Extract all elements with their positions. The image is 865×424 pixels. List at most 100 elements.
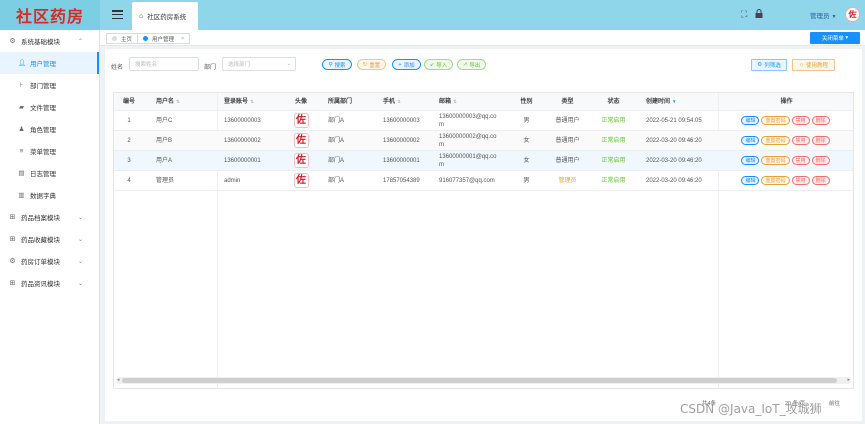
cell-status: 正常启用 bbox=[596, 131, 631, 150]
sort-icon[interactable]: ⇅ bbox=[397, 98, 401, 106]
lock-icon[interactable] bbox=[755, 9, 763, 20]
delete-button[interactable]: 删除 bbox=[811, 136, 830, 145]
disable-button[interactable]: 禁用 bbox=[791, 116, 810, 125]
sidebar-group-system[interactable]: ⚙ 系统基础模块 ⌃ bbox=[0, 30, 99, 52]
sidebar-item-users[interactable]: 👤︎ 用户管理 bbox=[0, 52, 99, 74]
cell-text: 管理员 bbox=[558, 177, 577, 184]
reset-password-button[interactable]: 重置密码 bbox=[761, 176, 790, 185]
import-button[interactable]: ↙ 导入 bbox=[424, 59, 453, 70]
cell-status: 正常启用 bbox=[596, 171, 631, 190]
sidebar-group-pharmacy-orders[interactable]: ⚙ 药房订单模块 ⌄ bbox=[0, 250, 99, 272]
tutorial-button[interactable]: ☼ 使用教程 bbox=[792, 59, 835, 71]
cell-text: 部门A bbox=[328, 137, 345, 144]
avatar[interactable]: 佐 bbox=[845, 7, 860, 22]
avatar[interactable]: 佐 bbox=[293, 173, 309, 188]
table-row[interactable]: 3 用户A 13600000001 佐 部门A 13600000001 1360000000… bbox=[114, 151, 853, 171]
table-row[interactable]: 4 管理员 admin 佐 部门A 17857054389 916077357@qq.com… bbox=[114, 171, 853, 191]
edit-button[interactable]: 编辑 bbox=[741, 176, 760, 185]
column-filter-button[interactable]: ⚙ 列筛选 bbox=[751, 59, 787, 71]
reset-password-button[interactable]: 重置密码 bbox=[761, 116, 790, 125]
col-header-text: 创建时间 bbox=[646, 98, 671, 105]
sidebar-item-logs[interactable]: ▤ 日志管理 bbox=[0, 162, 99, 184]
dept-filter-label: 部门 bbox=[204, 65, 217, 71]
cell-phone: 13600000003 bbox=[383, 111, 438, 130]
avatar[interactable]: 佐 bbox=[293, 153, 309, 168]
cell-account: 13600000002 bbox=[224, 131, 294, 150]
tab-user-management[interactable]: 用户管理 × bbox=[137, 33, 191, 44]
sidebar-item-label: 菜单管理 bbox=[30, 149, 56, 156]
export-button[interactable]: ↗ 导出 bbox=[457, 59, 486, 70]
reset-label: 重置 bbox=[369, 62, 381, 69]
scroll-right-icon[interactable]: ▸ bbox=[847, 377, 850, 383]
col-header-username[interactable]: 用户名 ⇅ bbox=[156, 93, 216, 110]
cell-text: m bbox=[439, 121, 444, 128]
dept-select[interactable]: 选择部门 ⌄ bbox=[222, 57, 296, 71]
name-search-input[interactable]: 搜索姓名 bbox=[129, 57, 199, 71]
menu-icon[interactable] bbox=[112, 10, 123, 19]
avatar[interactable]: 佐 bbox=[293, 133, 309, 148]
sort-icon[interactable]: ⇅ bbox=[250, 98, 254, 106]
cell-phone: 13600000001 bbox=[383, 151, 438, 170]
sort-icon[interactable]: ⇅ bbox=[453, 98, 457, 106]
col-header-gender: 性别 bbox=[514, 93, 539, 110]
edit-button[interactable]: 编辑 bbox=[741, 156, 760, 165]
disable-button[interactable]: 禁用 bbox=[791, 156, 810, 165]
sort-icon[interactable]: ⇅ bbox=[176, 98, 180, 106]
scroll-left-icon[interactable]: ◂ bbox=[117, 377, 120, 383]
cell-dept: 部门A bbox=[328, 111, 378, 130]
sidebar-item-departments[interactable]: ⊦ 部门管理 bbox=[0, 74, 99, 96]
add-button[interactable]: + 添加 bbox=[392, 59, 421, 70]
watermark: CSDN @Java_IoT_攻城狮 bbox=[680, 402, 822, 416]
cell-username: 用户C bbox=[156, 111, 216, 130]
scrollbar-thumb[interactable] bbox=[122, 378, 837, 383]
horizontal-scrollbar[interactable]: ◂ ▸ bbox=[116, 377, 851, 384]
close-icon[interactable]: × bbox=[181, 36, 184, 42]
edit-button[interactable]: 编辑 bbox=[741, 136, 760, 145]
cell-text: 13600000002 bbox=[224, 137, 261, 144]
cell-actions: 编辑 重置密码 禁用 删除 bbox=[720, 171, 853, 190]
sidebar-item-roles[interactable]: ♟ 角色管理 bbox=[0, 118, 99, 140]
header-home-tab[interactable]: ⌂ 社区药房系统 bbox=[132, 2, 198, 30]
col-header-created[interactable]: 创建时间 ▼ bbox=[646, 93, 716, 110]
cell-text: 1 bbox=[127, 117, 131, 124]
chevron-down-icon: ⌄ bbox=[77, 280, 83, 287]
disable-button[interactable]: 禁用 bbox=[791, 136, 810, 145]
reset-button[interactable]: ↻ 重置 bbox=[357, 59, 386, 70]
sidebar-item-files[interactable]: ▰ 文件管理 bbox=[0, 96, 99, 118]
cell-text: 4 bbox=[127, 177, 131, 184]
delete-button[interactable]: 删除 bbox=[811, 116, 830, 125]
col-header-account[interactable]: 登录账号 ⇅ bbox=[224, 93, 294, 110]
sidebar-item-dictionary[interactable]: ▥ 数据字典 bbox=[0, 184, 99, 206]
sidebar-group-drug-archive[interactable]: ⊞ 药品档案模块 ⌄ bbox=[0, 206, 99, 228]
avatar[interactable]: 佐 bbox=[293, 113, 309, 128]
user-menu[interactable]: 管理员 ▼ bbox=[810, 10, 836, 20]
cell-id: 3 bbox=[114, 151, 144, 170]
sidebar-group-drug-news[interactable]: ⊞ 药品资讯模块 ⌄ bbox=[0, 272, 99, 294]
fullscreen-icon[interactable]: ⛶ bbox=[741, 9, 747, 20]
disable-button[interactable]: 禁用 bbox=[791, 176, 810, 185]
cell-text: 男 bbox=[523, 177, 530, 184]
reset-password-button[interactable]: 重置密码 bbox=[761, 136, 790, 145]
delete-button[interactable]: 删除 bbox=[811, 156, 830, 165]
chevron-up-icon: ⌃ bbox=[77, 38, 83, 45]
sidebar-item-menus[interactable]: ≡ 菜单管理 bbox=[0, 140, 99, 162]
col-header-email[interactable]: 邮箱 ⇅ bbox=[439, 93, 509, 110]
log-icon: ▤ bbox=[18, 170, 25, 177]
cell-actions: 编辑 重置密码 禁用 删除 bbox=[720, 151, 853, 170]
cell-gender: 男 bbox=[514, 171, 539, 190]
tab-home[interactable]: 主页 bbox=[106, 33, 139, 44]
gear-icon: ⚙ bbox=[9, 38, 16, 45]
delete-button[interactable]: 删除 bbox=[811, 176, 830, 185]
col-header-phone[interactable]: 手机 ⇅ bbox=[383, 93, 433, 110]
search-button[interactable]: ⚲ 搜索 bbox=[322, 59, 352, 70]
close-menu-button[interactable]: 关闭菜单 ▾ bbox=[810, 32, 860, 44]
reset-password-button[interactable]: 重置密码 bbox=[761, 156, 790, 165]
tab-label: 主页 bbox=[121, 36, 133, 43]
edit-button[interactable]: 编辑 bbox=[741, 116, 760, 125]
sort-desc-icon[interactable]: ▼ bbox=[672, 98, 676, 106]
table-row[interactable]: 1 用户C 13600000003 佐 部门A 13600000003 1360000000… bbox=[114, 111, 853, 131]
pager-goto[interactable]: 前往 bbox=[829, 399, 840, 407]
sidebar-group-drug-favorites[interactable]: ⊞ 药品收藏模块 ⌄ bbox=[0, 228, 99, 250]
table-row[interactable]: 2 用户B 13600000002 佐 部门A 13600000002 1360000000… bbox=[114, 131, 853, 151]
col-header-id[interactable]: 编号 bbox=[114, 93, 144, 110]
